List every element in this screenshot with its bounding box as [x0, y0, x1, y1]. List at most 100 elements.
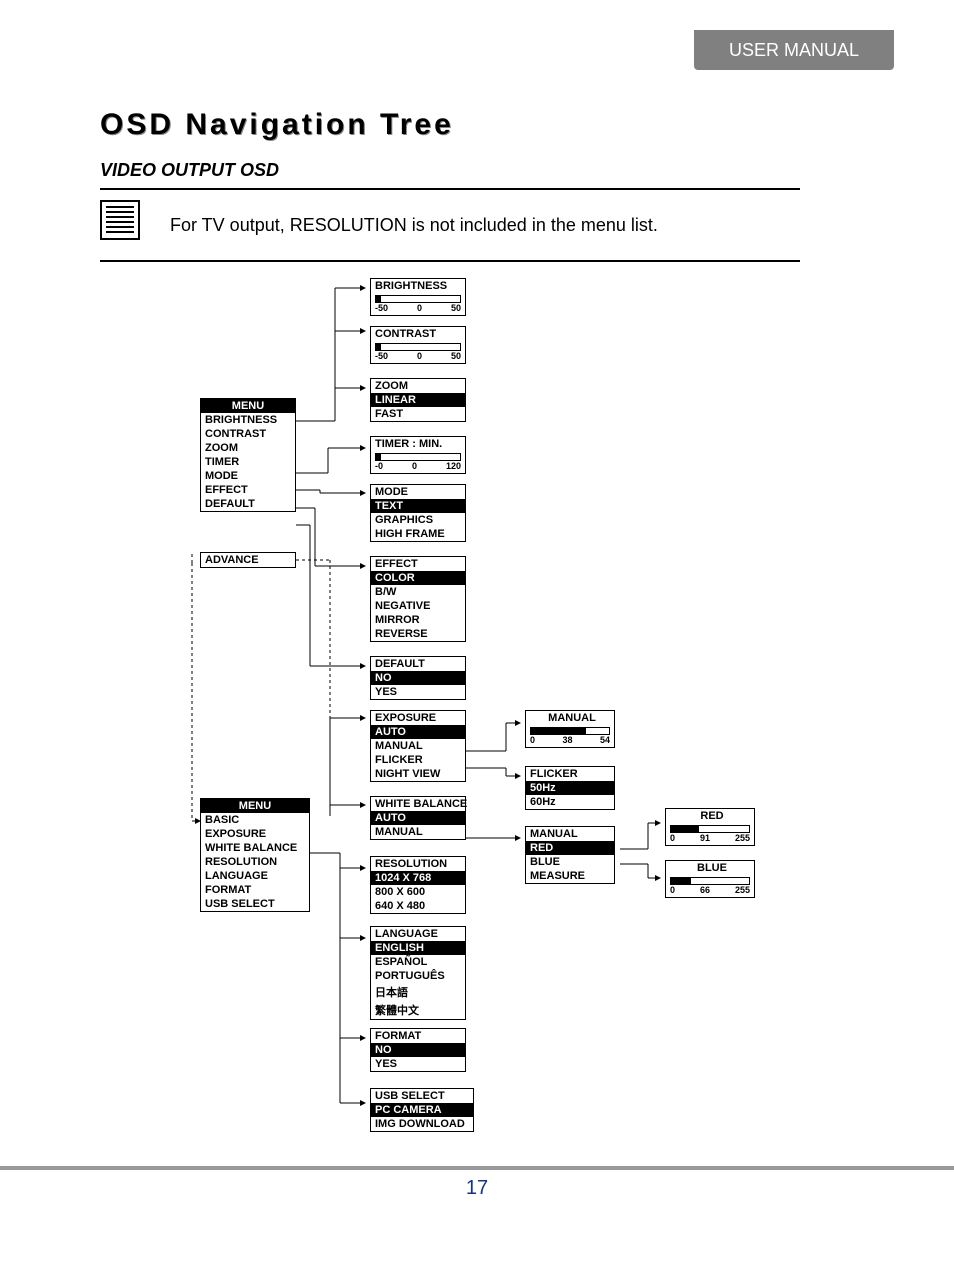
option-selected: TEXT: [371, 499, 465, 513]
menu-item: USB SELECT: [201, 897, 309, 911]
box-title: LANGUAGE: [371, 927, 465, 941]
box-title: WHITE BALANCE: [371, 797, 465, 811]
option: 800 X 600: [371, 885, 465, 899]
option: NEGATIVE: [371, 599, 465, 613]
menu-item: FORMAT: [201, 883, 309, 897]
box-title: MANUAL: [526, 827, 614, 841]
box-title: DEFAULT: [371, 657, 465, 671]
red-box: RED 091255: [665, 808, 755, 846]
brightness-box: BRIGHTNESS -50050: [370, 278, 466, 316]
option: GRAPHICS: [371, 513, 465, 527]
option: MANUAL: [371, 739, 465, 753]
note-text: For TV output, RESOLUTION is not include…: [170, 215, 658, 236]
contrast-box: CONTRAST -50050: [370, 326, 466, 364]
menu-item: BRIGHTNESS: [201, 413, 295, 427]
option: 日本語: [371, 983, 465, 1001]
box-title: ZOOM: [371, 379, 465, 393]
page-subtitle: VIDEO OUTPUT OSD: [100, 160, 279, 181]
blue-box: BLUE 066255: [665, 860, 755, 898]
divider-top: [100, 188, 800, 190]
slider: 03854: [526, 725, 614, 747]
resolution-box: RESOLUTION 1024 X 768 800 X 600 640 X 48…: [370, 856, 466, 914]
box-title: MODE: [371, 485, 465, 499]
option: FLICKER: [371, 753, 465, 767]
option: ESPAÑOL: [371, 955, 465, 969]
effect-box: EFFECT COLOR B/W NEGATIVE MIRROR REVERSE: [370, 556, 466, 642]
box-title: EFFECT: [371, 557, 465, 571]
menu-item: ADVANCE: [201, 553, 295, 567]
note-box: For TV output, RESOLUTION is not include…: [100, 200, 800, 260]
option-selected: RED: [526, 841, 614, 855]
option: MEASURE: [526, 869, 614, 883]
box-title: MANUAL: [526, 711, 614, 725]
option-selected: 1024 X 768: [371, 871, 465, 885]
usbselect-box: USB SELECT PC CAMERA IMG DOWNLOAD: [370, 1088, 474, 1132]
option-selected: AUTO: [371, 725, 465, 739]
option: NIGHT VIEW: [371, 767, 465, 781]
menu-item: MODE: [201, 469, 295, 483]
header-tab: USER MANUAL: [694, 30, 894, 70]
option: BLUE: [526, 855, 614, 869]
option-selected: AUTO: [371, 811, 465, 825]
menu-box-advance: MENU BASIC EXPOSURE WHITE BALANCE RESOLU…: [200, 798, 310, 912]
menu-item: TIMER: [201, 455, 295, 469]
footer-divider: [0, 1166, 954, 1170]
slider: -50050: [371, 293, 465, 315]
box-title: USB SELECT: [371, 1089, 473, 1103]
box-title: EXPOSURE: [371, 711, 465, 725]
exposure-box: EXPOSURE AUTO MANUAL FLICKER NIGHT VIEW: [370, 710, 466, 782]
manual-whitebalance-box: MANUAL RED BLUE MEASURE: [525, 826, 615, 884]
menu-item: EXPOSURE: [201, 827, 309, 841]
option-selected: LINEAR: [371, 393, 465, 407]
slider: -00120: [371, 451, 465, 473]
menu-box-main: MENU BRIGHTNESS CONTRAST ZOOM TIMER MODE…: [200, 398, 296, 512]
option: 60Hz: [526, 795, 614, 809]
option-selected: PC CAMERA: [371, 1103, 473, 1117]
box-title: RED: [666, 809, 754, 823]
menu-item: ZOOM: [201, 441, 295, 455]
flicker-box: FLICKER 50Hz 60Hz: [525, 766, 615, 810]
option-selected: NO: [371, 671, 465, 685]
timer-box: TIMER : MIN. -00120: [370, 436, 466, 474]
menu-title: MENU: [201, 799, 309, 813]
box-title: BLUE: [666, 861, 754, 875]
option-selected: COLOR: [371, 571, 465, 585]
menu-item: BASIC: [201, 813, 309, 827]
option: FAST: [371, 407, 465, 421]
menu-item: LANGUAGE: [201, 869, 309, 883]
option: MIRROR: [371, 613, 465, 627]
box-title: TIMER : MIN.: [371, 437, 465, 451]
format-box: FORMAT NO YES: [370, 1028, 466, 1072]
option: B/W: [371, 585, 465, 599]
box-title: CONTRAST: [371, 327, 465, 341]
page-number: 17: [0, 1177, 954, 1200]
option: PORTUGUÊS: [371, 969, 465, 983]
option-selected: ENGLISH: [371, 941, 465, 955]
slider: -50050: [371, 341, 465, 363]
manual-exposure-box: MANUAL 03854: [525, 710, 615, 748]
default-box: DEFAULT NO YES: [370, 656, 466, 700]
menu-item: RESOLUTION: [201, 855, 309, 869]
menu-item: CONTRAST: [201, 427, 295, 441]
option-selected: NO: [371, 1043, 465, 1057]
language-box: LANGUAGE ENGLISH ESPAÑOL PORTUGUÊS 日本語 繁…: [370, 926, 466, 1020]
slider: 091255: [666, 823, 754, 845]
menu-item: DEFAULT: [201, 497, 295, 511]
option: REVERSE: [371, 627, 465, 641]
osd-diagram: MENU BRIGHTNESS CONTRAST ZOOM TIMER MODE…: [170, 278, 820, 1148]
menu-item-advance: ADVANCE: [200, 552, 296, 568]
option-selected: 50Hz: [526, 781, 614, 795]
box-title: FORMAT: [371, 1029, 465, 1043]
slider: 066255: [666, 875, 754, 897]
zoom-box: ZOOM LINEAR FAST: [370, 378, 466, 422]
document-icon: [100, 200, 140, 240]
option: HIGH FRAME: [371, 527, 465, 541]
menu-item: EFFECT: [201, 483, 295, 497]
box-title: FLICKER: [526, 767, 614, 781]
option: IMG DOWNLOAD: [371, 1117, 473, 1131]
box-title: BRIGHTNESS: [371, 279, 465, 293]
option: YES: [371, 1057, 465, 1071]
option: 繁體中文: [371, 1001, 465, 1019]
divider-bottom: [100, 260, 800, 262]
menu-item: WHITE BALANCE: [201, 841, 309, 855]
